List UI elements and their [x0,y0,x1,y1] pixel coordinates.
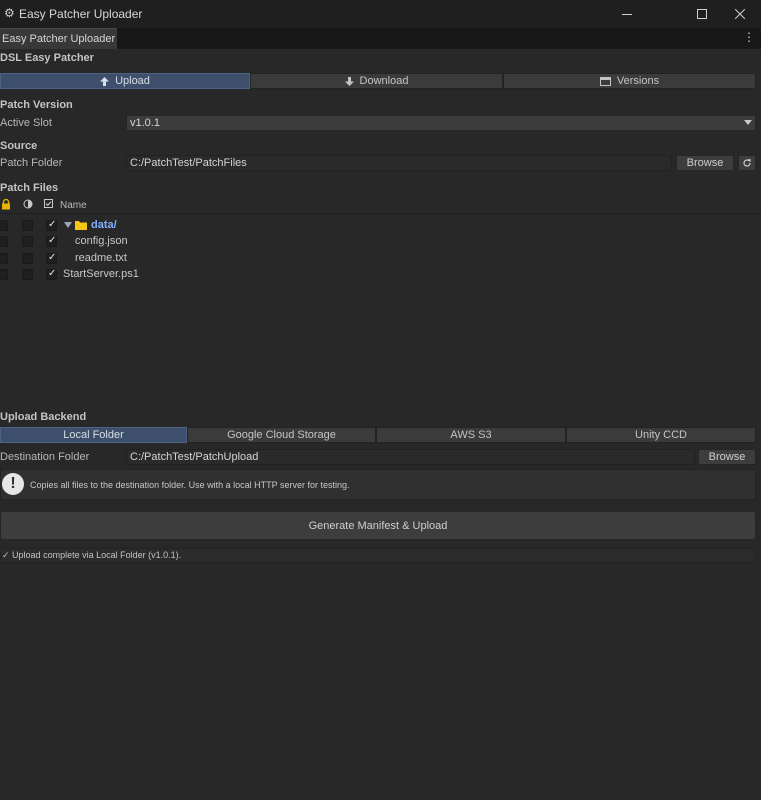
file-name: readme.txt [75,252,127,264]
file-name: data/ [91,219,117,231]
lock-checkbox[interactable] [0,269,8,280]
tab-versions[interactable]: Versions [503,73,756,89]
download-icon [344,76,354,86]
close-icon [735,8,745,19]
tab-upload-label: Upload [115,75,150,87]
tab-easy-patcher-uploader[interactable]: Easy Patcher Uploader [0,28,117,49]
checkbox-column-icon [44,199,53,211]
include-checkbox[interactable] [46,219,57,231]
active-slot-value: v1.0.1 [130,117,160,129]
backend-unity-ccd[interactable]: Unity CCD [566,427,756,443]
destination-folder-label: Destination Folder [0,451,90,463]
destination-folder-field[interactable]: C:/PatchTest/PatchUpload [126,449,695,465]
exclude-checkbox[interactable] [22,236,33,247]
generate-manifest-upload-button[interactable]: Generate Manifest & Upload [0,511,756,540]
window-title: Easy Patcher Uploader [19,7,143,21]
file-table-header: Name [0,198,761,214]
active-slot-dropdown[interactable]: v1.0.1 [126,115,756,131]
upload-icon [100,76,110,86]
file-row[interactable]: config.json [0,234,761,250]
exclude-checkbox[interactable] [22,269,33,280]
refresh-button[interactable] [738,155,756,171]
file-name: config.json [75,235,128,247]
mode-tabs: Upload Download Versions [0,73,756,89]
lock-checkbox[interactable] [0,220,8,231]
patch-folder-label: Patch Folder [0,157,63,169]
header-title: DSL Easy Patcher [0,52,94,64]
backend-info-box: ! Copies all files to the destination fo… [0,469,756,500]
patch-files-heading: Patch Files [0,182,59,194]
exclude-checkbox[interactable] [22,253,33,264]
lock-checkbox[interactable] [0,253,8,264]
source-heading: Source [0,140,38,152]
backend-local-folder[interactable]: Local Folder [0,427,187,443]
include-checkbox[interactable] [46,252,57,264]
file-row[interactable]: StartServer.ps1 [0,267,761,283]
file-row[interactable]: data/ [0,218,761,234]
upload-backend-heading: Upload Backend [0,411,87,423]
maximize-icon [697,8,707,19]
destination-browse-button[interactable]: Browse [698,449,756,465]
backend-info-text: Copies all files to the destination fold… [30,480,350,490]
tab-versions-label: Versions [616,75,660,87]
info-icon: ! [2,473,24,495]
backend-google-cloud-storage[interactable]: Google Cloud Storage [187,427,376,443]
contrast-column-icon [23,199,33,212]
file-row[interactable]: readme.txt [0,251,761,267]
tab-upload[interactable]: Upload [0,73,250,89]
folder-icon [75,220,87,233]
close-button[interactable] [721,0,759,27]
lock-column-icon [1,198,11,213]
patch-folder-field[interactable]: C:/PatchTest/PatchFiles [126,155,672,171]
active-slot-label: Active Slot [0,117,52,129]
name-column-header: Name [60,200,87,211]
gears-icon: ⚙ [4,6,15,20]
chevron-down-icon [744,120,752,125]
refresh-icon [743,159,751,167]
patch-version-heading: Patch Version [0,99,73,111]
file-name: StartServer.ps1 [63,268,139,280]
minimize-icon [622,13,632,15]
exclude-checkbox[interactable] [22,220,33,231]
tab-download[interactable]: Download [250,73,503,89]
editor-content: DSL Easy Patcher Upload Download Version… [0,49,761,800]
lock-checkbox[interactable] [0,236,8,247]
title-bar: ⚙ Easy Patcher Uploader [0,0,761,27]
expand-arrow-icon[interactable] [64,222,72,228]
minimize-button[interactable] [608,0,646,27]
maximize-button[interactable] [683,0,721,27]
tab-strip: Easy Patcher Uploader ⋮ [0,28,761,49]
more-options-icon[interactable]: ⋮ [743,30,755,44]
backend-tabs: Local Folder Google Cloud Storage AWS S3… [0,427,756,443]
calendar-icon [599,77,611,86]
include-checkbox[interactable] [46,235,57,247]
source-browse-button[interactable]: Browse [676,155,734,171]
status-message: ✓ Upload complete via Local Folder (v1.0… [0,548,756,563]
backend-aws-s3[interactable]: AWS S3 [376,427,566,443]
include-checkbox[interactable] [46,268,57,280]
tab-download-label: Download [359,75,409,87]
